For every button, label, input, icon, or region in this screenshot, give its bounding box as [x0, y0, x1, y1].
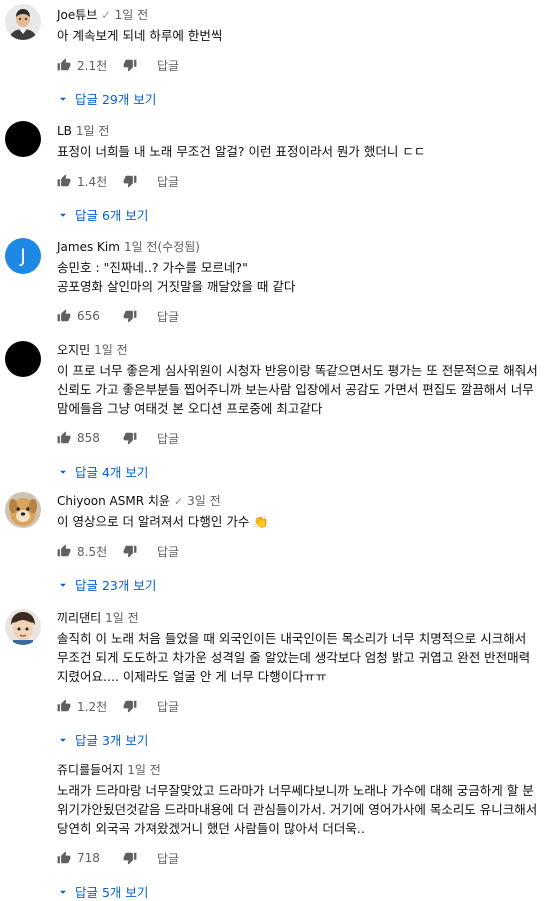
comment-text: 송민호 : "진짜네..? 가수를 모르네?" 공포영화 살인마의 거짓말을 깨… [57, 260, 296, 294]
comment-actions: 718 답글 [57, 847, 541, 869]
like-count: 656 [77, 309, 100, 323]
reply-button[interactable]: 답글 [157, 57, 179, 74]
reply-button[interactable]: 답글 [157, 430, 179, 447]
reply-button[interactable]: 답글 [157, 308, 179, 325]
reply-button[interactable]: 답글 [157, 543, 179, 560]
chevron-down-icon [57, 93, 67, 103]
view-replies-label: 답글 23개 보기 [75, 577, 157, 593]
like-icon[interactable] [57, 58, 71, 72]
comment-thread: J James Kim 1일 전(수정됨) 송민호 : "진짜네..? 가수를 모르네… [0, 238, 549, 327]
dislike-icon[interactable] [123, 58, 137, 72]
dislike-icon[interactable] [123, 851, 137, 865]
view-replies-label: 답글 4개 보기 [75, 464, 149, 480]
avatar[interactable] [5, 492, 41, 528]
author-name[interactable]: 오지민 [57, 343, 90, 357]
comment-header: LB 1일 전 [57, 122, 541, 140]
dislike-icon[interactable] [123, 699, 137, 713]
comment-header: James Kim 1일 전(수정됨) [57, 238, 541, 256]
comment-time[interactable]: 1일 전 [94, 343, 128, 357]
view-replies-label: 답글 29개 보기 [75, 91, 157, 107]
view-replies-button[interactable]: 답글 4개 보기 [57, 462, 541, 480]
author-name[interactable]: 끼리댄티 [57, 611, 101, 625]
comment-actions: 2.1천 답글 [57, 54, 541, 76]
comment-time[interactable]: 1일 전 [115, 8, 149, 22]
comment-actions: 656 답글 [57, 305, 541, 327]
like-count: 1.2천 [77, 699, 108, 714]
dislike-icon[interactable] [123, 174, 137, 188]
chevron-down-icon [57, 886, 67, 896]
comment-time[interactable]: 1일 전(수정됨) [124, 240, 200, 254]
view-replies-label: 답글 5개 보기 [75, 884, 149, 900]
view-replies-button[interactable]: 답글 6개 보기 [57, 205, 541, 223]
dislike-icon[interactable] [123, 544, 137, 558]
view-replies-label: 답글 3개 보기 [75, 732, 149, 748]
author-name[interactable]: Joe튜브 [57, 8, 97, 22]
view-replies-button[interactable]: 답글 23개 보기 [57, 575, 541, 593]
like-count: 2.1천 [77, 58, 108, 73]
comment-thread: Chiyoon ASMR 치윤 ✓ 3일 전이 영상으로 더 알려져서 다행인 가수… [0, 492, 549, 593]
avatar[interactable]: J [5, 238, 41, 274]
comment-actions: 1.2천 답글 [57, 695, 541, 717]
chevron-down-icon [57, 579, 67, 589]
avatar[interactable] [5, 121, 41, 157]
like-icon[interactable] [57, 699, 71, 713]
reply-button[interactable]: 답글 [157, 698, 179, 715]
avatar[interactable] [5, 341, 41, 377]
like-icon[interactable] [57, 309, 71, 323]
like-icon[interactable] [57, 174, 71, 188]
author-name[interactable]: James Kim [57, 240, 120, 254]
like-count: 8.5천 [77, 544, 108, 559]
view-replies-button[interactable]: 답글 5개 보기 [57, 882, 541, 900]
comment-actions: 8.5천 답글 [57, 540, 541, 562]
comment-header: 오지민 1일 전 [57, 341, 541, 359]
verified-check-icon: ✓ [101, 9, 111, 22]
comment-time[interactable]: 1일 전 [127, 763, 161, 777]
chevron-down-icon [57, 466, 67, 476]
reply-button[interactable]: 답글 [157, 850, 179, 867]
comment-text: 이 프로 너무 좋은게 심사위원이 시청자 반응이랑 똑같으면서도 평가는 또 … [57, 363, 542, 416]
like-icon[interactable] [57, 431, 71, 445]
view-replies-label: 답글 6개 보기 [75, 207, 149, 223]
comment-actions: 858 답글 [57, 427, 541, 449]
comment-thread: 끼리댄티 1일 전솔직히 이 노래 처음 들었을 때 외국인이든 내국인이든 목소… [0, 609, 549, 748]
like-count: 1.4천 [77, 174, 108, 189]
comment-thread: 쥬디를들어지 1일 전노래가 드라마랑 너무잘맞았고 드라마가 너무쎄다보니까 노… [0, 761, 549, 900]
comment-thread: 오지민 1일 전이 프로 너무 좋은게 심사위원이 시청자 반응이랑 똑같으면서도… [0, 341, 549, 480]
avatar[interactable] [5, 761, 41, 797]
like-count: 858 [77, 431, 100, 445]
comment-text: 이 영상으로 더 알려져서 다행인 가수 👏 [57, 514, 269, 529]
comment-header: 쥬디를들어지 1일 전 [57, 761, 541, 779]
comment-time[interactable]: 1일 전 [76, 124, 110, 138]
comment-header: 끼리댄티 1일 전 [57, 609, 541, 627]
comment-thread: LB 1일 전표정이 너희들 내 노래 무조건 알걸? 이런 표정이라서 뭔가 했… [0, 121, 549, 223]
comment-thread: Joe튜브 ✓ 1일 전아 계속보게 되네 하루에 한번씩 2.1천 답글답글 29개 … [0, 4, 549, 107]
comment-time[interactable]: 3일 전 [187, 494, 221, 508]
comment-text: 솔직히 이 노래 처음 들었을 때 외국인이든 내국인이든 목소리가 너무 치명… [57, 631, 535, 684]
like-icon[interactable] [57, 544, 71, 558]
dislike-icon[interactable] [123, 309, 137, 323]
chevron-down-icon [57, 734, 67, 744]
avatar[interactable] [5, 4, 41, 40]
author-name[interactable]: Chiyoon ASMR 치윤 [57, 494, 170, 508]
author-name[interactable]: LB [57, 124, 72, 138]
author-name[interactable]: 쥬디를들어지 [57, 763, 123, 777]
comment-header: Chiyoon ASMR 치윤 ✓ 3일 전 [57, 492, 541, 510]
comment-header: Joe튜브 ✓ 1일 전 [57, 6, 541, 24]
comment-text: 노래가 드라마랑 너무잘맞았고 드라마가 너무쎄다보니까 노래나 가수에 대해 … [57, 783, 542, 836]
like-icon[interactable] [57, 851, 71, 865]
verified-check-icon: ✓ [173, 495, 184, 508]
comment-text: 아 계속보게 되네 하루에 한번씩 [57, 28, 223, 43]
view-replies-button[interactable]: 답글 3개 보기 [57, 730, 541, 748]
like-count: 718 [77, 851, 100, 865]
chevron-down-icon [57, 209, 67, 219]
comment-text: 표정이 너희들 내 노래 무조건 알걸? 이런 표정이라서 뭔가 했더니 ㄷㄷ [57, 144, 426, 159]
comment-actions: 1.4천 답글 [57, 170, 541, 192]
reply-button[interactable]: 답글 [157, 173, 179, 190]
comment-time[interactable]: 1일 전 [105, 611, 139, 625]
avatar[interactable] [5, 609, 41, 645]
dislike-icon[interactable] [123, 431, 137, 445]
view-replies-button[interactable]: 답글 29개 보기 [57, 89, 541, 107]
